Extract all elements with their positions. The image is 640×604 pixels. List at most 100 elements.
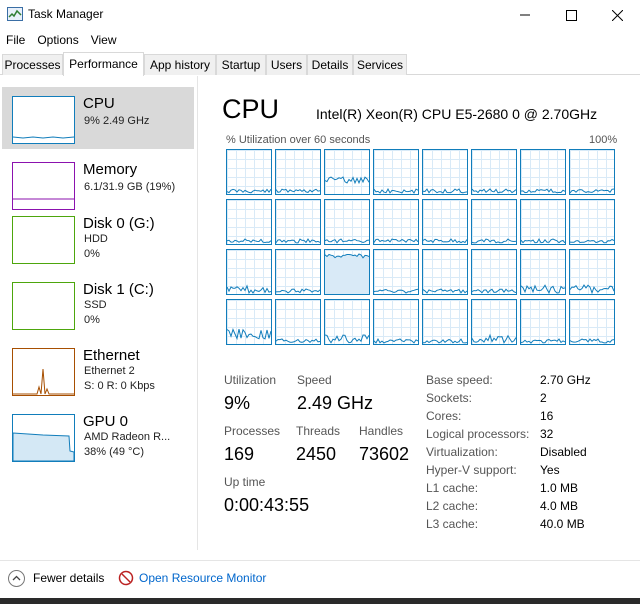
spec-label: Virtualization: — [426, 445, 498, 459]
maximize-icon — [565, 9, 577, 21]
utilization-line — [227, 328, 271, 341]
logical-processor-graph — [324, 249, 370, 295]
tab-startup[interactable]: Startup — [216, 54, 266, 75]
minimize-icon — [520, 14, 530, 16]
title-bar: Task Manager — [0, 0, 640, 30]
utilization-line — [472, 188, 516, 194]
menu-file[interactable]: File — [0, 30, 31, 50]
sidebar-item-detail: SSD — [84, 299, 107, 311]
sidebar-item-disk-0[interactable]: Disk 0 (G:) HDD 0% — [2, 207, 194, 269]
graph-label: % Utilization over 60 seconds — [226, 134, 371, 146]
task-manager-icon — [7, 7, 23, 21]
tab-services[interactable]: Services — [353, 54, 407, 75]
spec-value: 2 — [540, 391, 547, 405]
logical-processor-graph — [226, 249, 272, 295]
spec-label: Hyper-V support: — [426, 463, 517, 477]
logical-processor-graph — [275, 149, 321, 195]
logical-processor-graph — [471, 199, 517, 245]
speed-label: Speed — [297, 373, 332, 387]
utilization-line — [521, 284, 565, 294]
sidebar-item-detail: Ethernet 2 — [84, 365, 135, 377]
tab-details[interactable]: Details — [307, 54, 353, 75]
handles-value: 73602 — [359, 444, 410, 464]
open-resource-monitor-link[interactable]: Open Resource Monitor — [139, 571, 266, 585]
logical-processor-graph — [373, 199, 419, 245]
tab-app-history[interactable]: App history — [144, 54, 216, 75]
threads-label: Threads — [296, 424, 341, 438]
utilization-line — [423, 288, 467, 294]
sidebar-item-gpu-0[interactable]: GPU 0 AMD Radeon R... 38% (49 °C) — [2, 405, 194, 467]
gpu-0-thumbnail-graph — [12, 414, 75, 462]
utilization-line — [276, 338, 320, 343]
minimize-button[interactable] — [502, 0, 548, 30]
logical-processor-graph — [569, 249, 615, 295]
sidebar-item-ethernet[interactable]: Ethernet Ethernet 2 S: 0 R: 0 Kbps — [2, 339, 194, 401]
sidebar-item-title: Disk 1 (C:) — [83, 281, 154, 298]
sidebar-item-detail: S: 0 R: 0 Kbps — [84, 380, 155, 392]
sidebar-item-disk-1[interactable]: Disk 1 (C:) SSD 0% — [2, 273, 194, 335]
utilization-line — [374, 338, 418, 344]
utilization-line — [472, 288, 516, 294]
sidebar-item-detail: 6.1/31.9 GB (19%) — [84, 181, 176, 193]
sidebar-item-detail: 0% — [84, 248, 100, 260]
cpu-model-name: Intel(R) Xeon(R) CPU E5-2680 0 @ 2.70GHz — [316, 106, 598, 122]
chevron-up-icon[interactable] — [8, 570, 25, 587]
graph-max-label: 100% — [589, 134, 618, 146]
close-button[interactable] — [594, 0, 640, 30]
spec-value: 40.0 MB — [540, 517, 585, 531]
ethernet-thumbnail-graph — [12, 348, 75, 396]
utilization-line — [570, 338, 614, 344]
utilization-line — [423, 238, 467, 244]
spec-value: 4.0 MB — [540, 499, 579, 513]
logical-processor-graphs — [226, 149, 616, 347]
utilization-line — [276, 188, 320, 193]
sidebar-item-title: CPU — [83, 95, 115, 112]
logical-processor-graph — [226, 149, 272, 195]
disk-1-thumbnail-graph — [12, 282, 75, 330]
logical-processor-graph — [373, 299, 419, 345]
logical-processor-graph — [422, 149, 468, 195]
utilization-line — [472, 333, 516, 344]
sidebar-item-detail: 0% — [84, 314, 100, 326]
utilization-line — [276, 288, 320, 294]
memory-thumbnail-graph — [12, 162, 75, 210]
utilization-line — [570, 188, 614, 194]
logical-processor-graph — [520, 299, 566, 345]
utilization-line — [521, 338, 565, 344]
utilization-label: Utilization — [224, 373, 277, 387]
sidebar-item-title: Disk 0 (G:) — [83, 215, 155, 232]
utilization-line — [325, 176, 369, 185]
logical-processor-graph — [373, 249, 419, 295]
sidebar-item-title: Memory — [83, 161, 138, 178]
spec-label: L1 cache: — [426, 481, 479, 495]
taskbar-edge — [0, 598, 640, 604]
resource-monitor-icon[interactable] — [118, 570, 134, 586]
utilization-line — [472, 238, 516, 244]
utilization-line — [227, 238, 271, 244]
menu-options[interactable]: Options — [31, 30, 84, 50]
menu-view[interactable]: View — [85, 30, 123, 50]
tab-users[interactable]: Users — [266, 54, 307, 75]
maximize-button[interactable] — [548, 0, 594, 30]
spec-value: 16 — [540, 409, 554, 423]
logical-processor-graph — [373, 149, 419, 195]
processes-value: 169 — [224, 444, 255, 464]
fewer-details-link[interactable]: Fewer details — [33, 571, 104, 585]
logical-processor-graph — [422, 249, 468, 295]
spec-value: Disabled — [540, 445, 587, 459]
utilization-line — [374, 288, 418, 294]
tab-performance[interactable]: Performance — [63, 52, 144, 76]
resource-sidebar: CPU 9% 2.49 GHz Memory 6.1/31.9 GB (19%)… — [0, 76, 198, 550]
sidebar-item-memory[interactable]: Memory 6.1/31.9 GB (19%) — [2, 153, 194, 215]
spec-label: L2 cache: — [426, 499, 479, 513]
sidebar-item-detail: 9% 2.49 GHz — [84, 115, 150, 127]
logical-processor-graph — [569, 299, 615, 345]
logical-processor-graph — [471, 149, 517, 195]
tab-processes[interactable]: Processes — [2, 54, 63, 75]
spec-value: 32 — [540, 427, 554, 441]
sidebar-item-detail: HDD — [84, 233, 108, 245]
sidebar-item-title: Ethernet — [83, 347, 140, 364]
uptime-value: 0:00:43:55 — [224, 495, 310, 515]
utilization-value: 9% — [224, 393, 251, 413]
sidebar-item-cpu[interactable]: CPU 9% 2.49 GHz — [2, 87, 194, 149]
